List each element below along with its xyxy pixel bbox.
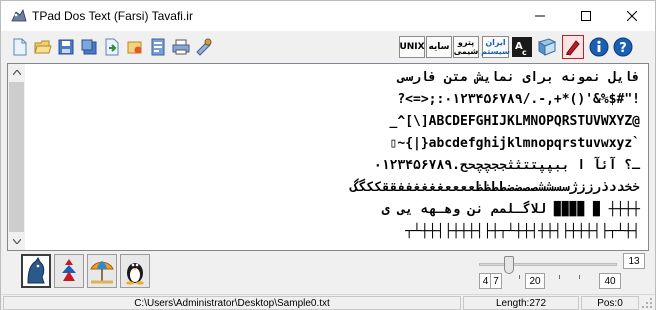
chevron-up-icon — [12, 70, 21, 75]
reverse-button[interactable] — [147, 35, 169, 59]
app-window: TPad Dos Text (Farsi) Tavafi.ir UNIX سای… — [0, 0, 656, 310]
insert-icon — [127, 41, 142, 54]
text-line: فایل نمونه برای نمایش متن فارسی — [397, 70, 640, 85]
value-box-c[interactable]: 20 — [525, 273, 545, 289]
save-icon — [58, 39, 74, 55]
save-as-icon — [81, 39, 97, 55]
mac-mode-button[interactable] — [54, 254, 84, 288]
size-slider-thumb[interactable] — [504, 256, 515, 274]
window-title: TPad Dos Text (Farsi) Tavafi.ir — [32, 9, 193, 23]
text-line: ?<=>;:۰۱۲۳۴۵۶۷۸۹/.-,+*()'&%$#"! — [397, 92, 640, 107]
save-as-button[interactable] — [78, 35, 100, 59]
unix-button[interactable]: UNIX — [399, 36, 425, 58]
text-line: ▯~{|}abcdefghijklmnopqrstuvwxyz` — [389, 136, 640, 151]
mac-apple-icon — [62, 259, 76, 281]
close-icon — [627, 11, 637, 21]
maximize-icon — [581, 11, 591, 21]
vertical-scrollbar[interactable] — [8, 64, 25, 250]
app-logo-icon — [11, 8, 27, 23]
resize-grip[interactable] — [641, 297, 653, 309]
edit-color-button[interactable] — [562, 35, 584, 59]
maximize-button[interactable] — [563, 1, 609, 31]
help-icon: ? — [613, 37, 633, 57]
print-button[interactable] — [170, 35, 192, 59]
value-box-b[interactable]: 7 — [490, 273, 502, 289]
new-file-icon — [13, 38, 27, 56]
export-button[interactable] — [101, 35, 123, 59]
scroll-down-button[interactable] — [8, 233, 25, 250]
editor-content[interactable]: فایل نمونه برای نمایش متن فارسی ?<=>;:۰۱… — [28, 66, 646, 250]
status-bar: C:\Users\Administrator\Desktop\Sample0.t… — [1, 294, 655, 310]
status-position: Pos:0 — [581, 296, 639, 310]
scroll-up-button[interactable] — [8, 64, 25, 81]
settings-icon — [196, 38, 212, 56]
text-line: _^[\]ABCDEFGHIJKLMNOPQRSTUVWXYZ@ — [389, 114, 640, 129]
linux-mode-button[interactable] — [120, 254, 150, 288]
beach-umbrella-icon — [90, 261, 114, 284]
slider-value-box[interactable]: 13 — [623, 253, 645, 269]
minimize-button[interactable] — [517, 1, 563, 31]
iran-system-button[interactable]: ایران سیستم — [481, 36, 510, 58]
minimize-icon — [535, 15, 545, 17]
resize-grip-icon — [642, 298, 652, 308]
status-length: Length:272 — [463, 296, 579, 310]
book-button[interactable] — [536, 35, 558, 59]
font-toggle-icon: Ac — [512, 37, 532, 57]
text-line: ۰۱۲۳۴۵۶۷۸۹.ـ؟ آئآ ا ببپپتتثثججچچحح — [373, 158, 640, 173]
text-editor[interactable]: فایل نمونه برای نمایش متن فارسی ?<=>;:۰۱… — [7, 63, 649, 251]
open-file-button[interactable] — [32, 35, 54, 59]
help-button[interactable]: ? — [612, 35, 634, 59]
save-button[interactable] — [55, 35, 77, 59]
title-bar: TPad Dos Text (Farsi) Tavafi.ir — [1, 1, 655, 31]
new-file-button[interactable] — [9, 35, 31, 59]
slider-track[interactable] — [479, 263, 617, 266]
scrollbar-thumb[interactable] — [9, 82, 24, 232]
reverse-icon — [151, 38, 165, 56]
insert-button[interactable] — [124, 35, 146, 59]
saye-button[interactable]: سایه — [426, 36, 452, 58]
beach-mode-button[interactable] — [87, 254, 117, 288]
text-line: خخددذرززژسسششصصضضططظظععععغغغغففققککگگ — [350, 180, 640, 195]
bottom-panel: 13 4 7 20 40 — [1, 251, 655, 293]
info-icon — [589, 37, 609, 57]
chevron-down-icon — [12, 239, 21, 244]
info-button[interactable] — [588, 35, 610, 59]
svg-text:c: c — [522, 48, 527, 57]
text-line: ┬┴┼┼┤├┼┼┼┤├┼┬┴┼┼┤┼┼┤├┼┼┼┤├┬┴┼┤ — [405, 224, 640, 239]
dos-cat-icon — [27, 257, 45, 284]
petro-button[interactable]: پترو شیمی — [453, 36, 479, 58]
value-box-d[interactable]: 40 — [599, 273, 621, 289]
open-folder-icon — [34, 40, 52, 54]
export-icon — [105, 38, 119, 56]
edit-color-icon — [566, 40, 580, 56]
font-toggle-button[interactable]: Ac — [511, 35, 533, 59]
close-button[interactable] — [609, 1, 655, 31]
svg-text:?: ? — [619, 41, 627, 56]
settings-button[interactable] — [193, 35, 215, 59]
print-icon — [172, 39, 190, 55]
linux-penguin-icon — [126, 263, 144, 285]
dos-mode-button[interactable] — [21, 254, 51, 288]
book-icon — [537, 38, 557, 56]
toolbar: UNIX سایه پترو شیمی ایران سیستم Ac ? — [1, 32, 655, 62]
status-file-path: C:\Users\Administrator\Desktop\Sample0.t… — [3, 296, 461, 310]
text-line: للاگـلمم نن وهـهه یی ی ▉▉▉▉ ▉ ┼┼┼┼ — [381, 202, 640, 217]
